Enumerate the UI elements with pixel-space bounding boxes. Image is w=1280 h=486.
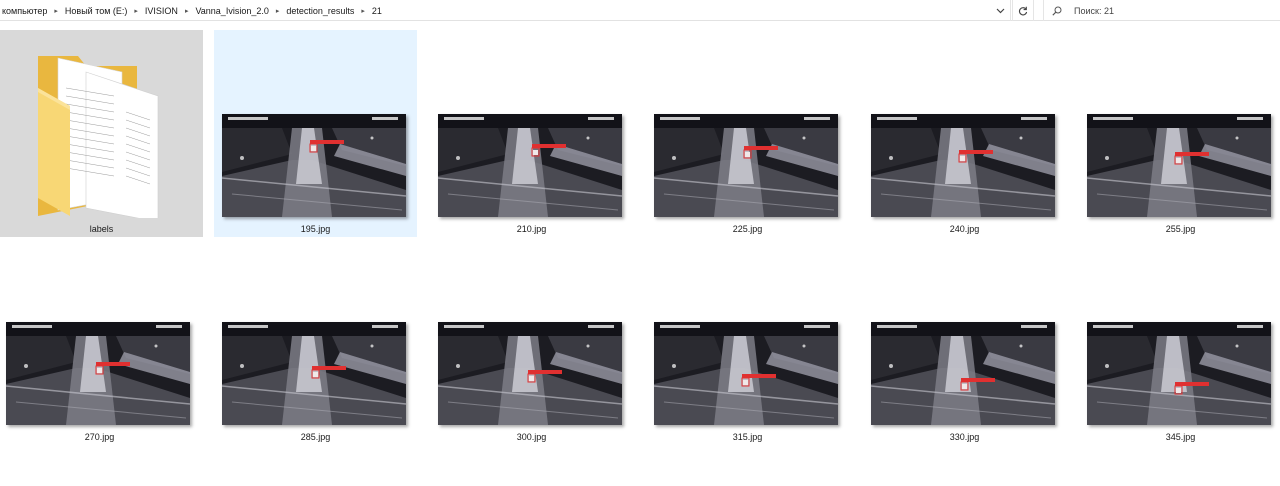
folder-icon — [38, 56, 159, 218]
image-thumbnail — [6, 322, 190, 425]
file-item-330[interactable]: 330.jpg — [863, 238, 1066, 445]
item-label: 345.jpg — [1165, 432, 1196, 442]
chevron-right-icon[interactable]: ▸ — [49, 7, 63, 15]
image-thumbnail — [438, 114, 622, 217]
image-thumbnail — [871, 114, 1055, 217]
breadcrumb-drive[interactable]: Новый том (E:) — [63, 6, 130, 16]
image-thumbnail — [438, 322, 622, 425]
breadcrumb-ivision[interactable]: IVISION — [143, 6, 180, 16]
item-label: 210.jpg — [516, 224, 547, 234]
folder-item-labels[interactable]: labels — [0, 30, 203, 237]
address-toolbar: компьютер ▸ Новый том (E:) ▸ IVISION ▸ V… — [0, 0, 1280, 21]
search-box[interactable] — [1043, 0, 1280, 21]
file-item-285[interactable]: 285.jpg — [214, 238, 417, 445]
item-label: 195.jpg — [300, 224, 331, 234]
breadcrumb-current-folder[interactable]: 21 — [370, 6, 384, 16]
file-item-270[interactable]: 270.jpg — [0, 238, 201, 445]
image-thumbnail — [654, 322, 838, 425]
item-label: 270.jpg — [84, 432, 115, 442]
chevron-down-icon[interactable] — [992, 3, 1008, 18]
chevron-right-icon[interactable]: ▸ — [271, 7, 285, 15]
file-item-255[interactable]: 255.jpg — [1079, 30, 1280, 237]
item-label: 330.jpg — [949, 432, 980, 442]
file-item-300[interactable]: 300.jpg — [430, 238, 633, 445]
item-label: 315.jpg — [732, 432, 763, 442]
breadcrumb-computer[interactable]: компьютер — [0, 6, 49, 16]
item-label: 225.jpg — [732, 224, 763, 234]
image-thumbnail — [222, 322, 406, 425]
refresh-icon[interactable] — [1012, 0, 1034, 21]
breadcrumb-vanna[interactable]: Vanna_Ivision_2.0 — [193, 6, 270, 16]
chevron-right-icon[interactable]: ▸ — [129, 7, 143, 15]
search-input[interactable] — [1074, 5, 1274, 16]
image-thumbnail — [871, 322, 1055, 425]
breadcrumb-detection-results[interactable]: detection_results — [284, 6, 356, 16]
file-item-240[interactable]: 240.jpg — [863, 30, 1066, 237]
item-label: 255.jpg — [1165, 224, 1196, 234]
item-label: 285.jpg — [300, 432, 331, 442]
address-bar[interactable]: компьютер ▸ Новый том (E:) ▸ IVISION ▸ V… — [0, 0, 1011, 21]
image-thumbnail — [1087, 114, 1271, 217]
chevron-right-icon[interactable]: ▸ — [356, 7, 370, 15]
item-label: labels — [89, 224, 114, 234]
file-item-195[interactable]: 195.jpg — [214, 30, 417, 237]
item-label: 240.jpg — [949, 224, 980, 234]
image-thumbnail — [654, 114, 838, 217]
image-thumbnail — [222, 114, 406, 217]
file-item-225[interactable]: 225.jpg — [646, 30, 849, 237]
file-item-315[interactable]: 315.jpg — [646, 238, 849, 445]
item-label: 300.jpg — [516, 432, 547, 442]
chevron-right-icon[interactable]: ▸ — [180, 7, 194, 15]
file-item-210[interactable]: 210.jpg — [430, 30, 633, 237]
image-thumbnail — [1087, 322, 1271, 425]
file-item-345[interactable]: 345.jpg — [1079, 238, 1280, 445]
search-icon — [1052, 6, 1066, 16]
